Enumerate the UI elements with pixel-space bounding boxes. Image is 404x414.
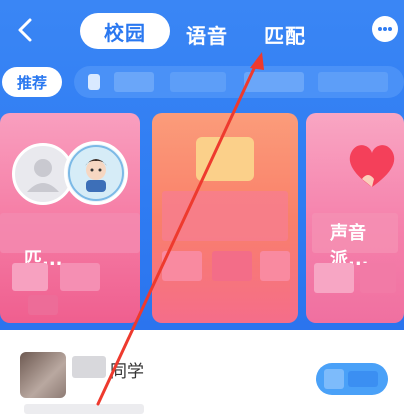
blurred-chip [244, 72, 304, 92]
blurred-text [162, 251, 202, 281]
blurred-text [324, 369, 344, 389]
blurred-chip [318, 72, 388, 92]
item-name: 同学 [110, 362, 144, 382]
blurred-text [162, 191, 288, 241]
heart-hand-icon [349, 145, 395, 187]
tab-match[interactable]: 匹配 [264, 20, 306, 49]
card-illustration [196, 137, 254, 181]
action-button[interactable] [316, 363, 388, 395]
blurred-text [314, 263, 354, 293]
blurred-text [72, 356, 106, 378]
cartoon-boy-avatar [68, 145, 124, 201]
tab-campus[interactable]: 校园 [80, 13, 170, 49]
top-tabs: 校园 语音 匹配 [0, 8, 404, 52]
list-item[interactable]: 同学 [0, 330, 404, 414]
feature-card-match[interactable]: 匹... [0, 113, 140, 323]
chat-button[interactable] [372, 16, 398, 42]
blurred-text [24, 404, 144, 414]
chat-bubble-icon [378, 27, 392, 31]
top-header: 校园 语音 匹配 推荐 匹... 声音派... [0, 0, 404, 330]
blurred-text [348, 371, 378, 387]
blurred-text [28, 295, 58, 315]
blurred-text [360, 263, 396, 293]
blurred-text [12, 263, 48, 291]
blurred-chip [88, 74, 100, 90]
feature-card-voice[interactable]: 声音派... [306, 113, 404, 323]
blurred-text [0, 213, 140, 253]
blurred-text [60, 263, 100, 291]
blurred-chip [114, 72, 154, 92]
tab-campus-label: 校园 [104, 20, 146, 45]
filter-chip-row-blurred[interactable] [74, 66, 404, 98]
filter-chip-recommend[interactable]: 推荐 [2, 67, 62, 97]
tab-voice[interactable]: 语音 [186, 20, 228, 49]
filter-chip-label: 推荐 [16, 73, 47, 92]
blurred-text [260, 251, 290, 281]
feature-card-center[interactable] [152, 113, 298, 323]
user-avatar [64, 141, 128, 205]
person-silhouette-icon [27, 159, 59, 192]
blurred-chip [170, 72, 226, 92]
avatar [20, 352, 66, 398]
blurred-text [212, 251, 252, 281]
